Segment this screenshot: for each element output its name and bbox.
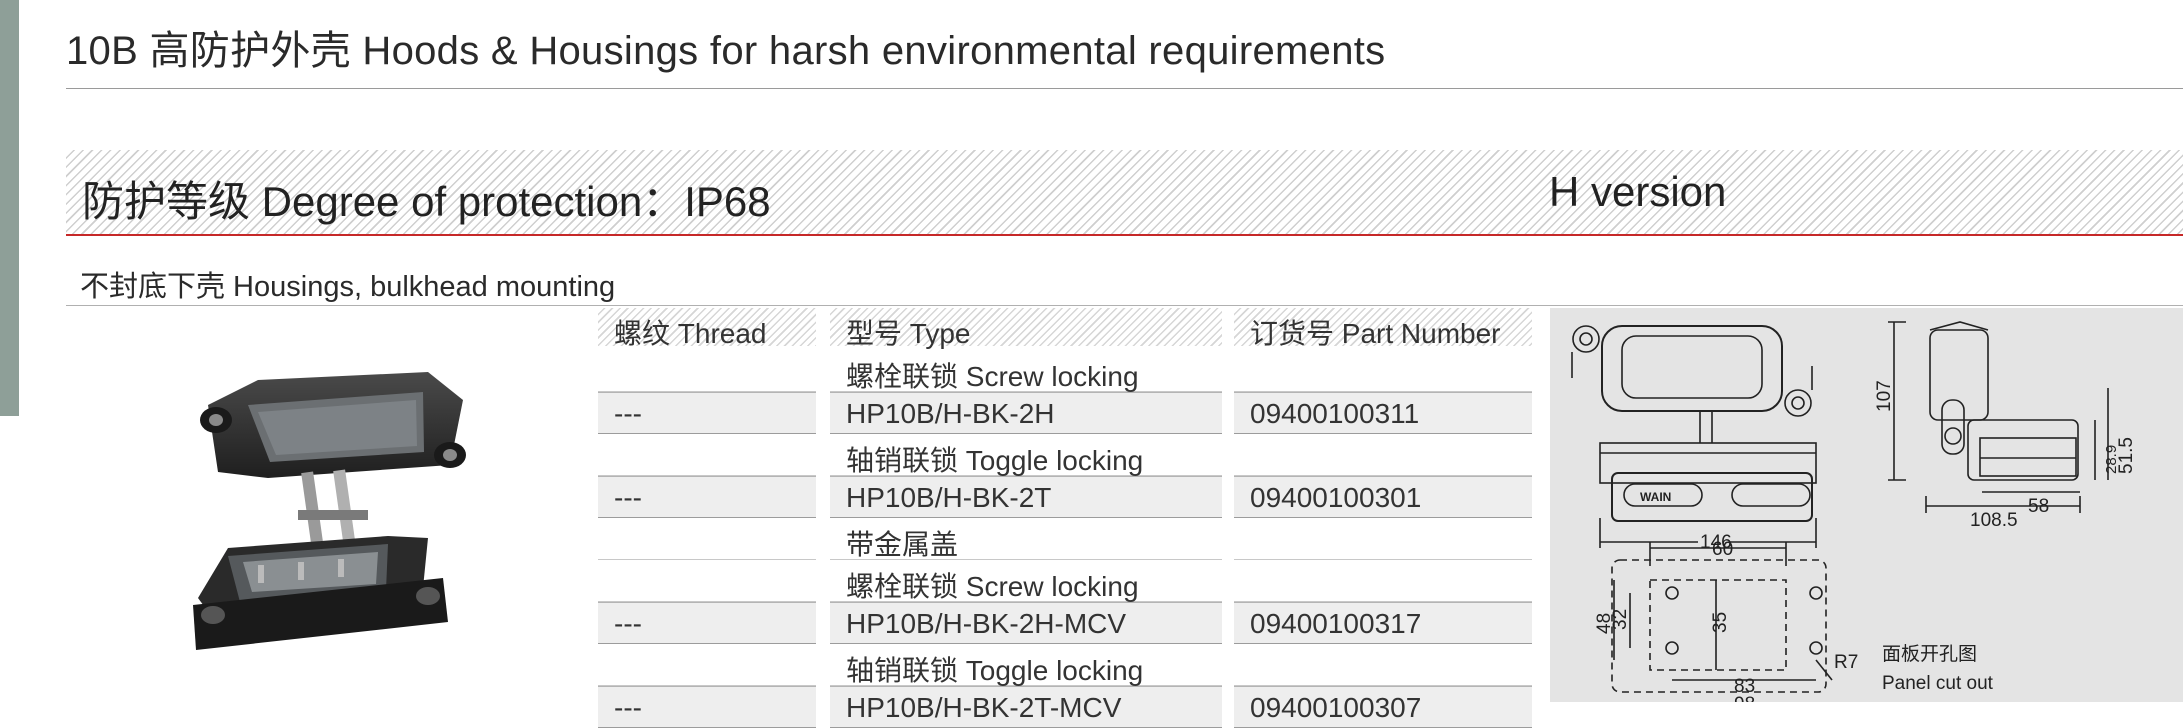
cutout-label-en: Panel cut out bbox=[1882, 673, 1994, 694]
dim-depth-108-5: 108.5 bbox=[1970, 510, 2018, 531]
type-cell: 轴销联锁 Toggle locking bbox=[846, 655, 1144, 686]
housing-shape bbox=[193, 536, 448, 650]
table-row: HP10B/H-BK-2T bbox=[830, 476, 1222, 518]
type-cell: HP10B/H-BK-2T-MCV bbox=[846, 692, 1122, 723]
dim-60: 60 bbox=[1712, 539, 1733, 560]
protection-label: 防护等级 Degree of protection：IP68 bbox=[82, 178, 771, 225]
dim-58: 58 bbox=[2028, 496, 2049, 517]
table-row: HP10B/H-BK-2H-MCV bbox=[830, 602, 1222, 644]
table-row: 螺栓联锁 Screw locking bbox=[830, 350, 1222, 392]
type-column: 型号 Type 螺栓联锁 Screw locking HP10B/H-BK-2H… bbox=[830, 308, 1222, 728]
thread-column: 螺纹 Thread --- --- --- --- bbox=[598, 308, 816, 728]
cutout-label-cn: 面板开孔图 bbox=[1882, 643, 1977, 665]
technical-drawing: 146 107 108.5 58 28.9 51.5 60 48 32 35 8… bbox=[1571, 321, 2137, 715]
table-row bbox=[1234, 350, 1532, 392]
table-row bbox=[1234, 434, 1532, 476]
table-row bbox=[1234, 560, 1532, 602]
header-type-label: 型号 Type bbox=[846, 318, 971, 349]
header-thread-label: 螺纹 Thread bbox=[614, 318, 767, 349]
header-type: 型号 Type bbox=[830, 308, 1222, 349]
brand-mark: WAIN bbox=[1640, 490, 1671, 504]
table-row bbox=[598, 644, 816, 686]
part-cell: 09400100311 bbox=[1250, 398, 1420, 429]
table-row bbox=[1234, 644, 1532, 686]
part-cell: 09400100301 bbox=[1250, 482, 1422, 513]
header-part-number: 订货号 Part Number bbox=[1234, 308, 1532, 349]
type-cell: 轴销联锁 Toggle locking bbox=[846, 445, 1144, 476]
table-row: 螺栓联锁 Screw locking bbox=[830, 560, 1222, 602]
thread-cell: --- bbox=[614, 482, 642, 513]
thread-cell: --- bbox=[614, 692, 642, 723]
page-title: 10B 高防护外壳 Hoods & Housings for harsh env… bbox=[66, 29, 1386, 73]
table-row: --- bbox=[598, 476, 816, 518]
type-cell: HP10B/H-BK-2H-MCV bbox=[846, 608, 1127, 639]
table-row: --- bbox=[598, 602, 816, 644]
part-cell: 09400100307 bbox=[1250, 692, 1422, 723]
table-row: 轴销联锁 Toggle locking bbox=[830, 434, 1222, 476]
table-row: 带金属盖 bbox=[830, 518, 1222, 560]
part-number-column: 订货号 Part Number 09400100311 09400100301 … bbox=[1234, 308, 1532, 728]
title-divider bbox=[66, 88, 2183, 89]
header-thread: 螺纹 Thread bbox=[598, 308, 816, 349]
type-cell: 螺栓联锁 Screw locking bbox=[846, 361, 1139, 392]
type-cell: 螺栓联锁 Screw locking bbox=[846, 571, 1139, 602]
band-red-rule bbox=[66, 234, 2183, 236]
table-row: --- bbox=[598, 686, 816, 728]
section-heading: 不封底下壳 Housings, bulkhead mounting bbox=[80, 271, 616, 303]
dim-98: 98 bbox=[1734, 694, 1755, 702]
type-cell: HP10B/H-BK-2T bbox=[846, 482, 1052, 513]
dim-height-107: 107 bbox=[1874, 380, 1895, 412]
type-cell: HP10B/H-BK-2H bbox=[846, 398, 1055, 429]
table-row: 09400100311 bbox=[1234, 392, 1532, 434]
table-row bbox=[1234, 518, 1532, 560]
section-divider bbox=[66, 305, 2183, 306]
dim-r7: R7 bbox=[1834, 652, 1858, 673]
table-row: 09400100301 bbox=[1234, 476, 1532, 518]
dim-32: 32 bbox=[1610, 609, 1631, 630]
thread-cell: --- bbox=[614, 608, 642, 639]
table-row: HP10B/H-BK-2H bbox=[830, 392, 1222, 434]
thread-cell: --- bbox=[614, 398, 642, 429]
table-row: 09400100317 bbox=[1234, 602, 1532, 644]
dim-35: 35 bbox=[1710, 612, 1731, 633]
table-row: 轴销联锁 Toggle locking bbox=[830, 644, 1222, 686]
part-cell: 09400100317 bbox=[1250, 608, 1422, 639]
table-row: 09400100307 bbox=[1234, 686, 1532, 728]
version-label: H version bbox=[1549, 168, 1727, 215]
table-row: --- bbox=[598, 392, 816, 434]
hinge-shape bbox=[298, 469, 368, 543]
table-row bbox=[598, 350, 816, 392]
side-accent-bar bbox=[0, 0, 19, 416]
header-part-number-label: 订货号 Part Number bbox=[1250, 318, 1501, 349]
dim-51-5: 51.5 bbox=[2116, 437, 2137, 474]
table-row bbox=[598, 560, 816, 602]
type-cell: 带金属盖 bbox=[846, 529, 959, 560]
table-row: HP10B/H-BK-2T-MCV bbox=[830, 686, 1222, 728]
technical-drawings-panel: 146 107 108.5 58 28.9 51.5 60 48 32 35 8… bbox=[1550, 308, 2183, 715]
table-row bbox=[598, 434, 816, 476]
table-row bbox=[598, 518, 816, 560]
product-photo bbox=[193, 372, 466, 650]
hood-shape bbox=[200, 372, 466, 478]
